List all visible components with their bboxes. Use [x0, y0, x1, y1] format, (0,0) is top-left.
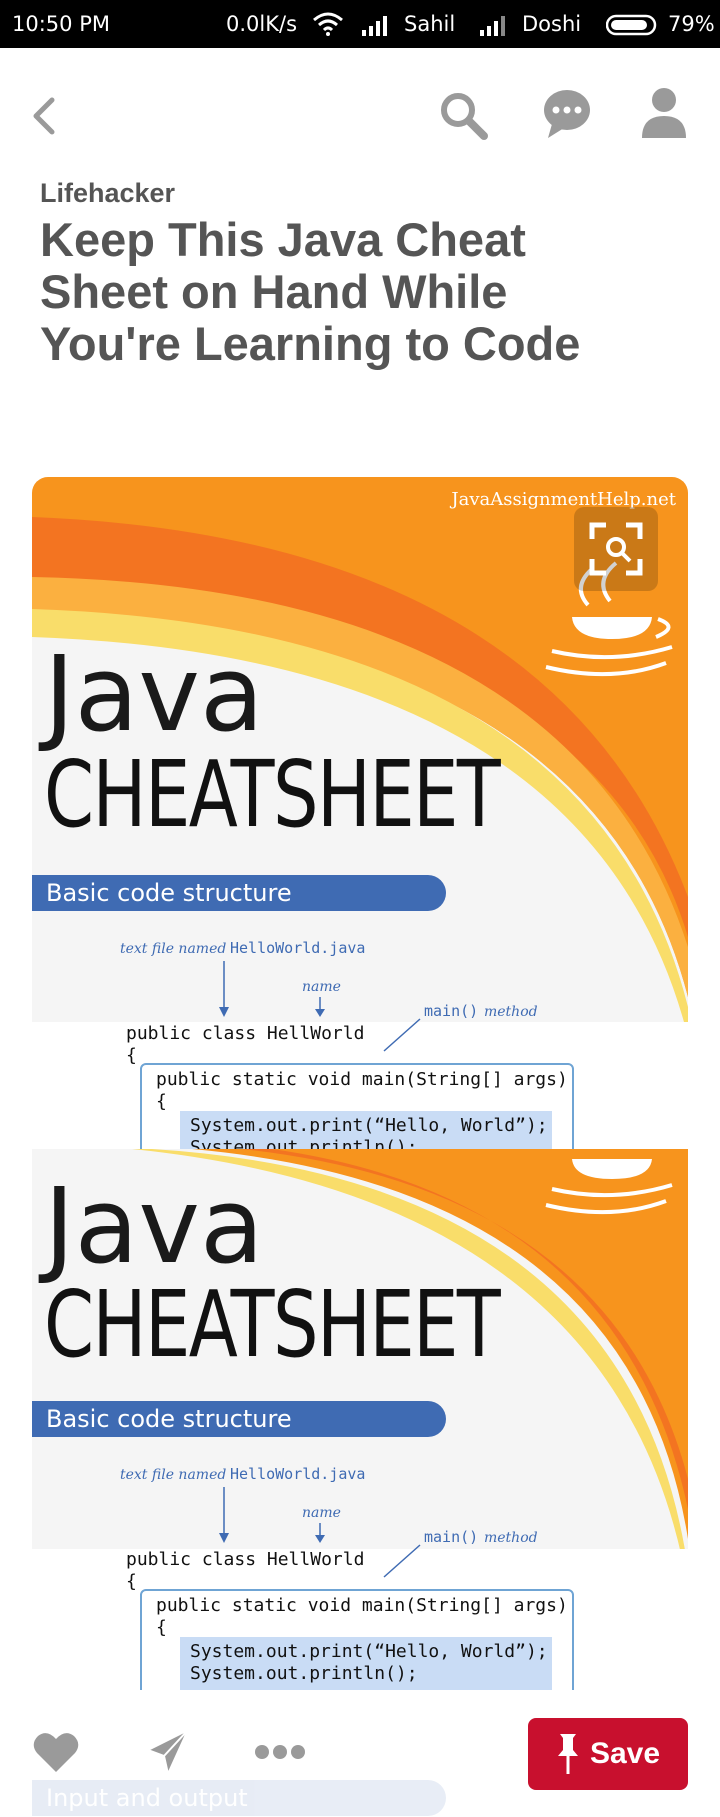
code-brace-open: {: [126, 1045, 137, 1066]
expand-image-button[interactable]: [574, 507, 658, 591]
signal-icon-2: [480, 16, 505, 36]
chevron-left-icon: [33, 97, 55, 135]
search-icon: [441, 93, 488, 140]
back-button[interactable]: [28, 94, 62, 138]
annotation-method: method: [484, 1004, 538, 1020]
code-println: System.out.println();: [190, 1137, 418, 1149]
heart-icon: [33, 1733, 79, 1772]
wifi-icon: [313, 12, 343, 36]
status-battery: 79%: [668, 12, 715, 36]
send-icon: [146, 1728, 190, 1776]
status-speed: 0.0lK/s: [226, 12, 298, 36]
annotation-file-name: HelloWorld.java: [230, 939, 366, 957]
status-carrier-1: Sahil: [404, 12, 456, 36]
save-button[interactable]: Save: [528, 1718, 688, 1790]
pushpin-icon: [557, 1734, 578, 1774]
cheatsheet-panel-top: JavaAssignmentHelp.net Java CHEATSHEET B…: [32, 477, 688, 1149]
code-brace-open-2: {: [156, 1091, 167, 1112]
expand-icon: [589, 522, 643, 576]
code-line-main-2: public static void main(String[] args): [156, 1595, 568, 1616]
annotation-file-name-2: HelloWorld.java: [230, 1465, 366, 1483]
annotation-main-2: main(): [424, 1528, 479, 1546]
code-line-class: public class HellWorld: [126, 1023, 365, 1044]
profile-button[interactable]: [640, 86, 688, 142]
code-println-2: System.out.println();: [190, 1663, 418, 1684]
annotation-name: name: [302, 979, 341, 995]
send-button[interactable]: [146, 1728, 190, 1776]
pin-image[interactable]: JavaAssignmentHelp.net Java CHEATSHEET B…: [32, 477, 688, 1690]
code-line-class-2: public class HellWorld: [126, 1549, 365, 1570]
status-time: 10:50 PM: [12, 12, 110, 36]
person-icon: [642, 88, 686, 138]
messages-button[interactable]: [542, 88, 592, 140]
more-dots-icon: [255, 1745, 305, 1759]
signal-icon: [362, 16, 387, 36]
ghost-section-band: Input and output: [32, 1780, 446, 1816]
status-carrier-2: Doshi: [522, 12, 582, 36]
more-button[interactable]: [254, 1744, 306, 1760]
annotation-file-prefix-2: text file named: [120, 1467, 227, 1483]
pin-source[interactable]: Lifehacker: [40, 178, 175, 209]
battery-icon: [606, 14, 657, 36]
like-button[interactable]: [32, 1730, 80, 1774]
code-brace-open-4: {: [156, 1617, 167, 1638]
annotation-name-2: name: [302, 1505, 341, 1521]
section-band-2: Basic code structure: [32, 1401, 446, 1437]
code-line-main: public static void main(String[] args): [156, 1069, 568, 1090]
annotation-main: main(): [424, 1002, 479, 1020]
status-bar: 10:50 PM 0.0lK/s Sahil Doshi 79%: [0, 0, 720, 48]
code-print-2: System.out.print(“Hello, World”);: [190, 1641, 548, 1662]
chat-bubble-icon: [544, 90, 590, 138]
code-print: System.out.print(“Hello, World”);: [190, 1115, 548, 1136]
code-brace-open-3: {: [126, 1571, 137, 1592]
save-label: Save: [589, 1737, 661, 1770]
java-heading: Java: [44, 633, 264, 755]
section-band: Basic code structure: [32, 875, 446, 911]
pin-title: Keep This Java Cheat Sheet on Hand While…: [40, 213, 581, 370]
search-button[interactable]: [438, 90, 490, 142]
top-bar: [0, 48, 720, 178]
cheatsheet-panel-bottom: Java CHEATSHEET Basic code structure tex…: [32, 1149, 688, 1690]
annotation-method-2: method: [484, 1530, 538, 1546]
java-heading-2: Java: [44, 1165, 264, 1287]
annotation-file-prefix: text file named: [120, 941, 227, 957]
cheat-sheet-heading: CHEATSHEET: [44, 741, 501, 848]
cheat-sheet-heading-2: CHEATSHEET: [44, 1271, 501, 1378]
